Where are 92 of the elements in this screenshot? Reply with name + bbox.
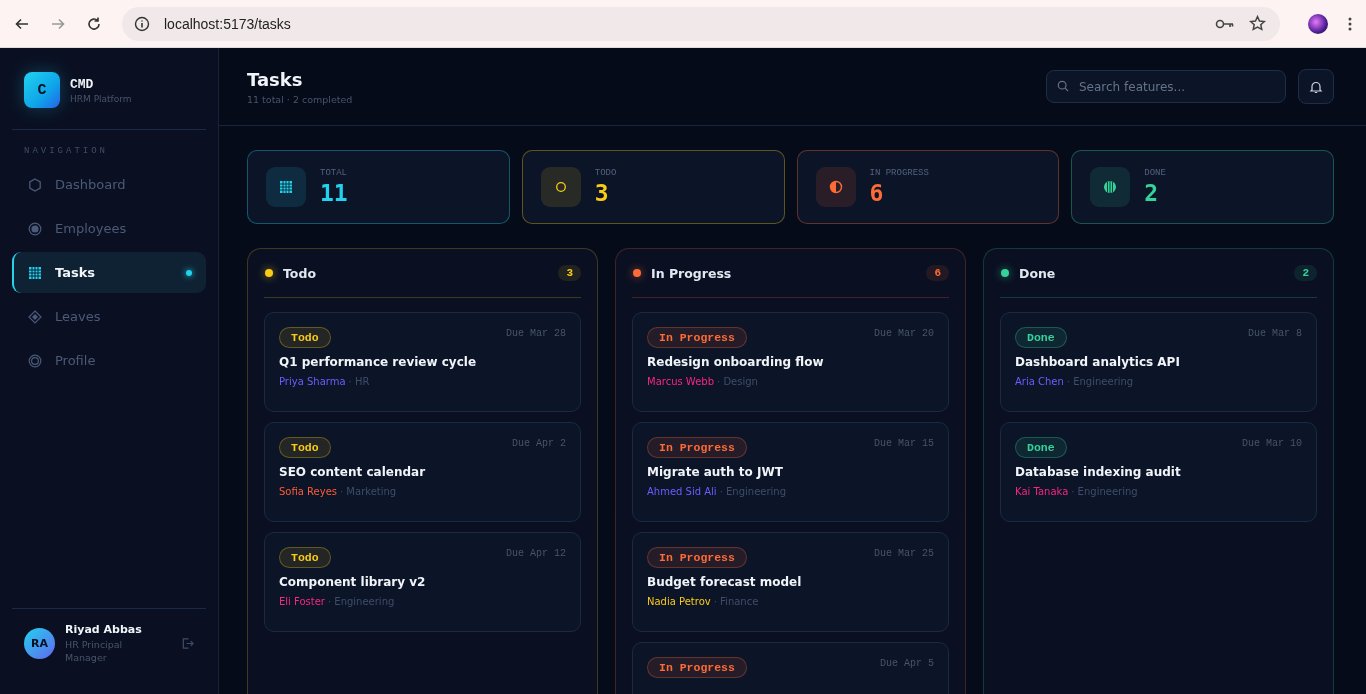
task-card[interactable]: Done Due Mar 8 Dashboard analytics API Aria Chen · Engineering — [1000, 312, 1317, 412]
task-card[interactable]: Todo Due Apr 2 SEO content calendar Sofia Reyes · Marketing — [264, 422, 581, 522]
stat-label: TODO — [594, 168, 617, 178]
menu-icon[interactable] — [1348, 15, 1352, 32]
section-label: NAVIGATION — [23, 145, 109, 158]
search-icon — [1057, 80, 1069, 92]
due-date: Due Mar 25 — [874, 548, 934, 559]
count-badge: 2 — [1294, 265, 1317, 281]
logo: C — [24, 72, 60, 108]
brand-name: CMD — [70, 76, 95, 92]
status-tag: In Progress — [647, 327, 747, 348]
count-badge: 6 — [926, 265, 949, 281]
active-dot — [186, 269, 192, 276]
stat-value: 2 — [1144, 180, 1160, 206]
due-date: Due Mar 15 — [874, 438, 934, 449]
stat-value: 11 — [320, 180, 348, 206]
profile-avatar[interactable] — [1308, 13, 1328, 34]
department: · Marketing — [340, 486, 397, 497]
due-date: Due Apr 5 — [880, 658, 934, 669]
star-icon[interactable] — [1249, 15, 1266, 32]
nav-item[interactable]: Tasks — [12, 252, 206, 293]
department: · Design — [717, 376, 758, 387]
due-date: Due Mar 10 — [1242, 438, 1302, 449]
user-avatar: RA — [24, 628, 55, 659]
column-title: Done — [1019, 265, 1056, 281]
task-card[interactable]: In Progress Due Mar 25 Budget forecast model Nadia Petrov · Finance — [632, 532, 949, 632]
department: · Engineering — [327, 596, 395, 607]
task-card[interactable]: Todo Due Mar 28 Q1 performance review cycle Priya Sharma · HR — [264, 312, 581, 412]
assignee-name: Priya Sharma — [279, 376, 346, 387]
task-card[interactable]: In Progress Due Mar 15 Migrate auth to JWT Ahmed Sid Ali · Engineering — [632, 422, 949, 522]
task-card[interactable]: In Progress Due Mar 20 Redesign onboarding flow Marcus Webb · Design — [632, 312, 949, 412]
assignee-name: Sofia Reyes — [279, 486, 337, 497]
info-icon — [134, 15, 150, 32]
task-title: Redesign onboarding flow — [647, 355, 825, 369]
due-date: Due Mar 8 — [1248, 328, 1302, 339]
user-role: HR Principal Manager — [65, 638, 124, 664]
notification-button[interactable] — [1298, 69, 1334, 104]
status-tag: Done — [1015, 437, 1067, 458]
stat-label: IN PROGRESS — [869, 168, 929, 178]
status-tag: In Progress — [647, 547, 747, 568]
status-tag: In Progress — [647, 437, 747, 458]
assignee-name: Eli Foster — [279, 596, 325, 607]
task-title: Database indexing audit — [1015, 465, 1182, 479]
diamond-icon — [28, 309, 42, 324]
search-field[interactable]: Search features... — [1046, 70, 1286, 103]
status-tag: Todo — [279, 327, 331, 348]
bell-icon — [1309, 79, 1323, 94]
department: · Finance — [713, 596, 759, 607]
status-tag: In Progress — [647, 657, 747, 678]
address-bar[interactable]: localhost:5173/tasks — [122, 6, 1280, 41]
status-tag: Todo — [279, 547, 331, 568]
reload-icon[interactable] — [86, 15, 102, 32]
page-title: Tasks — [247, 68, 304, 90]
ring-icon — [28, 353, 42, 368]
column-title: In Progress — [651, 265, 732, 281]
due-date: Due Apr 2 — [512, 438, 566, 449]
department: · Engineering — [719, 486, 786, 497]
task-title: Dashboard analytics API — [1015, 355, 1181, 369]
department: · Engineering — [1066, 376, 1134, 387]
page-subtitle: 11 total · 2 completed — [247, 93, 354, 105]
stat-value: 6 — [869, 180, 885, 206]
assignee-name: Aria Chen — [1015, 376, 1064, 387]
due-date: Due Mar 20 — [874, 328, 934, 339]
department: · HR — [348, 376, 370, 387]
stat-label: DONE — [1144, 168, 1166, 178]
brand-subtitle: HRM Platform — [70, 93, 132, 104]
task-card[interactable]: Todo Due Apr 12 Component library v2 Eli Foster · Engineering — [264, 532, 581, 632]
assignee-name: Ahmed Sid Ali — [647, 486, 717, 497]
task-title: Migrate auth to JWT — [647, 465, 784, 479]
status-tag: Todo — [279, 437, 331, 458]
task-title: Budget forecast model — [647, 575, 803, 589]
assignee-name: Kai Tanaka — [1015, 486, 1069, 497]
stat-label: TOTAL — [320, 168, 348, 178]
status-tag: Done — [1015, 327, 1067, 348]
department: · Engineering — [1071, 486, 1138, 497]
task-card[interactable]: In Progress Due Apr 5 — [632, 642, 949, 694]
task-title: Component library v2 — [279, 575, 427, 589]
column-title: Todo — [283, 265, 316, 281]
hexagon-icon — [28, 177, 42, 192]
task-title: SEO content calendar — [279, 465, 427, 479]
count-badge: 3 — [558, 265, 581, 281]
task-card[interactable]: Done Due Mar 10 Database indexing audit Kai Tanaka · Engineering — [1000, 422, 1317, 522]
assignee-name: Marcus Webb — [647, 376, 715, 387]
due-date: Due Mar 28 — [506, 328, 566, 339]
due-date: Due Apr 12 — [506, 548, 566, 559]
user-name: Riyad Abbas — [65, 623, 143, 636]
radio-icon — [28, 221, 42, 236]
task-title: Q1 performance review cycle — [279, 355, 478, 369]
assignee-name: Nadia Petrov — [647, 596, 711, 607]
grid-icon — [266, 167, 306, 207]
stat-value: 3 — [594, 180, 610, 206]
grid-icon — [28, 265, 42, 280]
